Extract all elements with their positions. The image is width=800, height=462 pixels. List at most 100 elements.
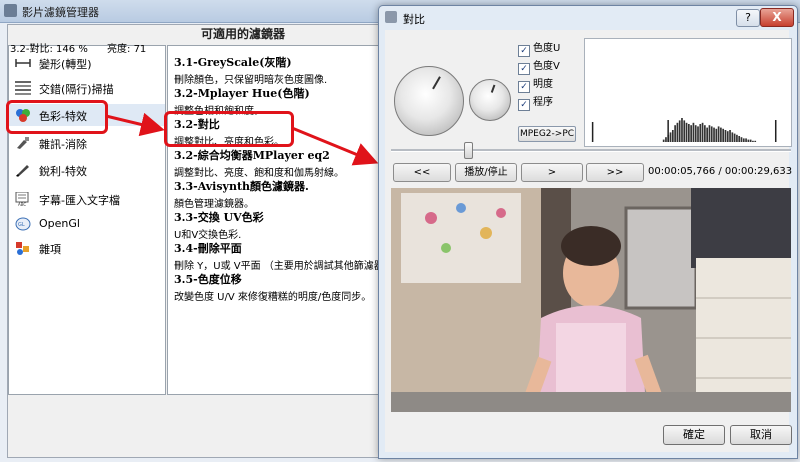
histogram-bar xyxy=(740,137,743,142)
cancel-button[interactable]: 取消 xyxy=(730,425,792,445)
filter-description: 刪除 Y，U或 V平面 （主要用於調試其他篩濾器） xyxy=(174,261,381,272)
histogram-plot xyxy=(591,118,777,142)
histogram-bar xyxy=(738,136,741,142)
svg-text:ABC: ABC xyxy=(18,202,26,206)
category-item-sharpen[interactable]: 銳利-特效 xyxy=(9,159,165,181)
histogram-bar xyxy=(752,140,754,142)
histogram-bar xyxy=(731,132,734,142)
dialog-titlebar[interactable]: 對比 ? X xyxy=(379,6,797,28)
histogram-bar xyxy=(667,120,669,142)
filter-item-remove-plane[interactable]: 3.4-刪除平面 刪除 Y，U或 V平面 （主要用於調試其他篩濾器） xyxy=(174,240,381,272)
check-icon: ✓ xyxy=(518,63,530,75)
histogram-bar xyxy=(699,124,702,142)
histogram-bar xyxy=(726,131,729,142)
filter-title: 3.1-GreyScale(灰階) xyxy=(174,56,292,69)
filter-title: 3.3-交換 UV色彩 xyxy=(174,211,264,224)
histogram-bar xyxy=(591,122,594,142)
filter-title: 3.2-綜合均衡器MPlayer eq2 xyxy=(174,149,330,162)
filter-item-swap-uv[interactable]: 3.3-交換 UV色彩 U和V交換色彩. xyxy=(174,209,380,241)
contrast-knob[interactable] xyxy=(394,66,464,136)
category-item-interlace[interactable]: 交錯(隔行)掃描 xyxy=(9,77,165,99)
filter-item-chroma-shift[interactable]: 3.5-色度位移 改變色度 U/V 來修復糟糕的明度/色度同步。 xyxy=(174,271,380,303)
histogram-bar xyxy=(733,133,736,142)
category-item-denoise[interactable]: 雜訊-消除 xyxy=(9,132,165,154)
rewind-button[interactable]: << xyxy=(393,163,451,182)
histogram-bar xyxy=(671,130,674,142)
checkbox-process[interactable]: ✓ 程序 xyxy=(518,93,553,111)
ok-button[interactable]: 確定 xyxy=(663,425,725,445)
category-label: 交錯(隔行)掃描 xyxy=(39,83,114,96)
seek-slider-track[interactable] xyxy=(391,149,791,152)
opengl-icon: GL xyxy=(15,217,31,231)
histogram-bar xyxy=(681,118,683,142)
timecode: 00:00:05,766 / 00:00:29,633 xyxy=(648,166,793,177)
seek-slider-thumb[interactable] xyxy=(464,142,473,159)
filter-list: 3.1-GreyScale(灰階) 刪除顏色，只保留明暗灰色度圖像. 3.2-M… xyxy=(167,45,381,395)
brightness-value: 亮度: 71 xyxy=(107,44,147,55)
filter-description: 調整對比、亮度、飽和度和伽馬射線。 xyxy=(174,168,344,179)
checkbox-chroma-v[interactable]: ✓ 色度V xyxy=(518,57,560,75)
subtitle-icon: ABC xyxy=(15,192,29,206)
dialog-app-icon xyxy=(385,11,397,23)
filter-title: 3.3-Avisynth顏色濾鏡器. xyxy=(174,180,309,193)
mpeg2-to-pc-button[interactable]: MPEG2->PC xyxy=(518,126,576,142)
forward-button[interactable]: > xyxy=(521,163,583,182)
filter-item-eq2[interactable]: 3.2-綜合均衡器MPlayer eq2 調整對比、亮度、飽和度和伽馬射線。 xyxy=(174,147,380,179)
category-list: 變形(轉型) 交錯(隔行)掃描 色彩-特效 雜訊-消除 銳利-特效 ABC 字幕… xyxy=(8,45,166,395)
histogram-bar xyxy=(704,125,706,142)
category-item-misc[interactable]: 雜項 xyxy=(9,237,165,259)
fast-forward-button[interactable]: >> xyxy=(586,163,644,182)
histogram-bar xyxy=(697,126,699,142)
histogram-bar xyxy=(678,120,681,142)
checkbox-chroma-u[interactable]: ✓ 色度U xyxy=(518,39,560,57)
dialog-title: 對比 xyxy=(403,13,425,26)
contrast-knob-indicator xyxy=(432,76,441,90)
histogram xyxy=(584,38,792,147)
histogram-bar xyxy=(674,125,676,142)
histogram-bar xyxy=(722,128,725,142)
checkbox-label: 色度U xyxy=(533,43,561,54)
histogram-bar xyxy=(745,138,747,142)
histogram-bar xyxy=(706,127,708,142)
brightness-knob-indicator xyxy=(490,84,496,93)
filter-item-greyscale[interactable]: 3.1-GreyScale(灰階) 刪除顏色，只保留明暗灰色度圖像. xyxy=(174,54,380,86)
histogram-bar xyxy=(692,122,695,142)
app-icon xyxy=(4,4,17,17)
checkbox-luma[interactable]: ✓ 明度 xyxy=(518,75,553,93)
checkbox-label: 程序 xyxy=(533,97,553,108)
histogram-bar xyxy=(694,125,697,142)
brightness-knob[interactable] xyxy=(469,79,511,121)
main-window-title: 影片濾鏡管理器 xyxy=(22,6,99,19)
histogram-bar xyxy=(676,122,679,142)
sharpen-icon xyxy=(16,165,29,177)
filter-item-avisynth[interactable]: 3.3-Avisynth顏色濾鏡器. 顏色管理濾鏡器。 xyxy=(174,178,380,210)
category-item-opengl[interactable]: GL OpenGl xyxy=(9,213,165,235)
value-readout: 3.2-對比: 146 % 亮度: 71 xyxy=(10,40,146,55)
histogram-bar xyxy=(662,139,665,142)
checkbox-label: 明度 xyxy=(533,79,553,90)
filter-description: 刪除顏色，只保留明暗灰色度圖像. xyxy=(174,75,328,86)
help-button[interactable]: ? xyxy=(736,9,760,27)
histogram-bar xyxy=(669,132,672,142)
category-item-subtitle[interactable]: ABC 字幕-匯入文字檔 xyxy=(9,188,165,210)
misc-icon xyxy=(16,242,29,255)
histogram-bar xyxy=(715,128,718,142)
play-stop-button[interactable]: 播放/停止 xyxy=(455,163,517,182)
histogram-bar xyxy=(774,120,777,142)
category-label: 雜訊-消除 xyxy=(39,138,87,151)
category-label: 銳利-特效 xyxy=(39,165,87,178)
category-label: 字幕-匯入文字檔 xyxy=(39,194,120,207)
histogram-bar xyxy=(690,125,692,142)
highlight-color-category xyxy=(6,100,108,134)
video-preview xyxy=(391,188,791,412)
histogram-bar xyxy=(749,139,752,142)
category-label: 變形(轉型) xyxy=(39,58,92,71)
filter-description: 改變色度 U/V 來修復糟糕的明度/色度同步。 xyxy=(174,292,372,303)
histogram-bar xyxy=(713,127,715,142)
histogram-bar xyxy=(747,139,750,142)
histogram-bar xyxy=(717,126,720,142)
category-item-transform[interactable]: 變形(轉型) xyxy=(9,52,165,74)
close-button[interactable]: X xyxy=(760,8,794,27)
interlace-icon xyxy=(15,81,31,95)
histogram-bar xyxy=(688,124,690,142)
